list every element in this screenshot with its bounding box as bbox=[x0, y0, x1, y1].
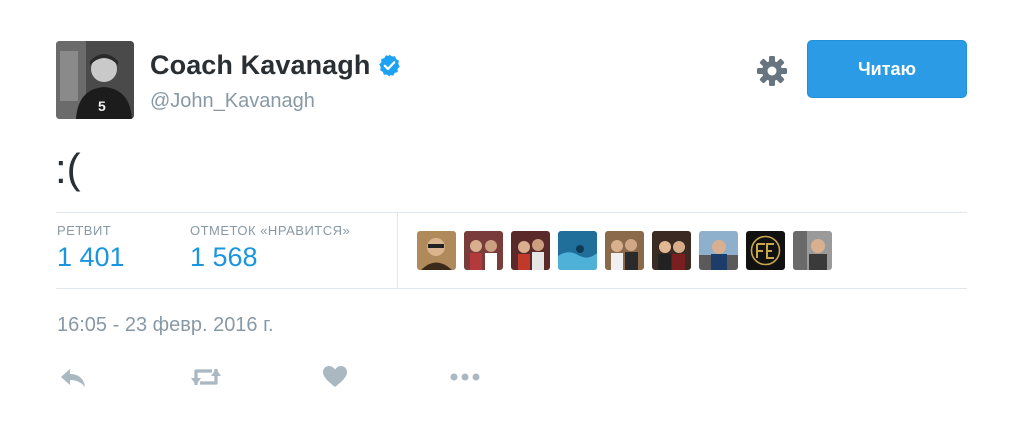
retweet-icon[interactable] bbox=[189, 364, 223, 390]
stats-bottom-divider bbox=[56, 288, 967, 289]
heart-icon[interactable] bbox=[322, 364, 348, 390]
liker-avatar-9-icon[interactable] bbox=[793, 231, 832, 270]
display-name[interactable]: Coach Kavanagh bbox=[150, 50, 370, 81]
svg-text:5: 5 bbox=[98, 98, 106, 114]
avatar[interactable]: 5 bbox=[56, 41, 134, 119]
stats-top-divider bbox=[56, 212, 967, 213]
liker-avatar-6-icon[interactable] bbox=[652, 231, 691, 270]
likes-label: ОТМЕТОК «НРАВИТСЯ» bbox=[190, 223, 351, 238]
more-icon[interactable] bbox=[449, 364, 483, 390]
reply-icon[interactable] bbox=[58, 364, 88, 390]
retweets-count[interactable]: 1 401 bbox=[57, 242, 125, 273]
likes-count[interactable]: 1 568 bbox=[190, 242, 350, 273]
liker-avatar-7-icon[interactable] bbox=[699, 231, 738, 270]
following-button[interactable]: Читаю bbox=[807, 40, 967, 98]
stats-vertical-divider bbox=[397, 213, 398, 288]
liker-avatar-1-icon[interactable] bbox=[417, 231, 456, 270]
user-handle[interactable]: @John_Kavanagh bbox=[150, 90, 315, 113]
gear-icon[interactable] bbox=[756, 55, 788, 87]
verified-badge-icon bbox=[377, 53, 402, 78]
profile-photo-icon: 5 bbox=[56, 41, 134, 119]
liker-avatar-4-icon[interactable] bbox=[558, 231, 597, 270]
tweet-text: :( bbox=[55, 145, 81, 192]
liker-avatar-5-icon[interactable] bbox=[605, 231, 644, 270]
tweet-timestamp[interactable]: 16:05 - 23 февр. 2016 г. bbox=[57, 314, 274, 337]
liker-avatar-fe-logo-icon[interactable] bbox=[746, 231, 785, 270]
retweets-label: РЕТВИТ bbox=[57, 223, 112, 238]
liker-avatars bbox=[417, 231, 840, 270]
user-name-row: Coach Kavanagh bbox=[150, 50, 402, 81]
retweets-stat[interactable]: РЕТВИТ 1 401 bbox=[57, 223, 125, 273]
likes-stat[interactable]: ОТМЕТОК «НРАВИТСЯ» 1 568 bbox=[190, 223, 350, 273]
liker-avatar-2-icon[interactable] bbox=[464, 231, 503, 270]
liker-avatar-3-icon[interactable] bbox=[511, 231, 550, 270]
